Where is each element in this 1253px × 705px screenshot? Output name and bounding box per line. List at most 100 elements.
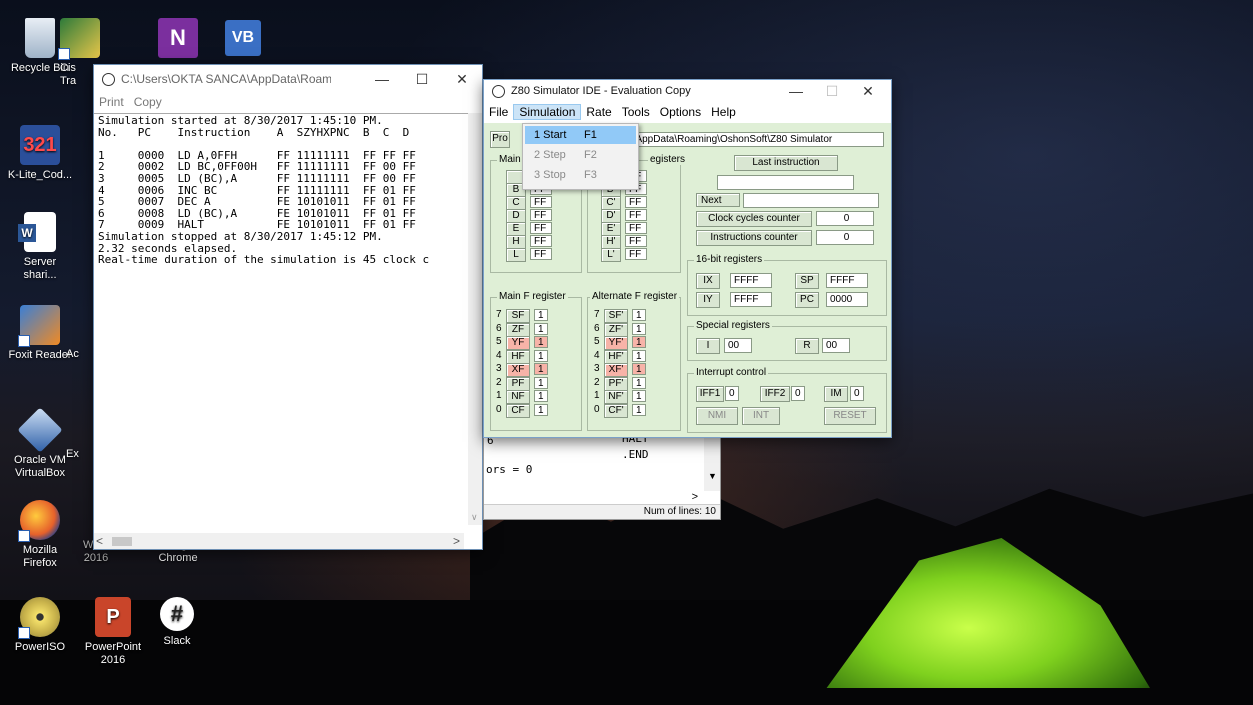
int-button[interactable]: INT (742, 407, 780, 425)
register-name-button[interactable]: C (506, 196, 526, 210)
register-value: FF (530, 235, 552, 247)
reset-button[interactable]: RESET (824, 407, 876, 425)
menu-rate[interactable]: Rate (581, 105, 616, 119)
scroll-down-icon[interactable]: ▼ (708, 471, 717, 481)
flag-bit-number: 5 (496, 336, 502, 347)
close-button[interactable]: ✕ (848, 80, 888, 102)
program-button[interactable]: Pro (490, 131, 510, 148)
flag-name-button[interactable]: NF' (604, 390, 628, 404)
menu-file[interactable]: File (484, 105, 513, 119)
menu-print[interactable]: Print (94, 95, 129, 109)
visual-basic-icon[interactable]: VB (225, 20, 261, 56)
flag-value: 1 (534, 390, 548, 402)
i-register-button[interactable]: I (696, 338, 720, 354)
editor-scrollbar[interactable]: ▼ (704, 431, 720, 491)
last-instruction-button[interactable]: Last instruction (734, 155, 838, 171)
register-name-button[interactable]: L' (601, 248, 621, 262)
flag-name-button[interactable]: ZF' (604, 322, 628, 337)
register-name-button[interactable]: L (506, 248, 526, 262)
desktop-icon-ac[interactable]: Ac (66, 348, 96, 361)
register-name-button[interactable]: E (506, 222, 526, 236)
close-button[interactable]: ✕ (442, 65, 482, 93)
pc-register-button[interactable]: PC (795, 292, 819, 308)
flag-name-button[interactable]: YF' (604, 336, 628, 350)
program-editor-fragment: 6 HALT .END ors = 0 ▼ > Num of lines: 10 (483, 430, 721, 520)
flag-name-button[interactable]: ZF (506, 322, 530, 337)
horizontal-scrollbar[interactable]: < > (94, 533, 464, 549)
r-register-button[interactable]: R (795, 338, 819, 354)
vertical-scrollbar[interactable]: ∨ (468, 113, 482, 525)
poweriso-disc-icon (18, 597, 60, 639)
register-name-button[interactable]: C' (601, 196, 621, 210)
menu-copy[interactable]: Copy (129, 95, 167, 109)
scroll-thumb[interactable] (112, 537, 132, 546)
maximize-button[interactable]: ☐ (402, 65, 442, 93)
minimize-button[interactable]: — (776, 80, 816, 102)
clock-cycles-counter-button[interactable]: Clock cycles counter (696, 211, 812, 227)
flag-name-button[interactable]: XF (506, 363, 530, 377)
flag-value: 1 (534, 403, 548, 416)
i-register-value: 00 (724, 338, 752, 353)
desktop-icon-label: Ex (66, 448, 79, 460)
main-f-register-caption: Main F register (497, 291, 568, 302)
desktop-icon-poweriso[interactable]: PowerISO (5, 597, 75, 654)
flag-name-button[interactable]: CF' (604, 403, 628, 418)
minimize-button[interactable]: — (362, 65, 402, 93)
sp-register-button[interactable]: SP (795, 273, 819, 289)
ix-register-button[interactable]: IX (696, 273, 720, 289)
desktop-icon-virtualbox[interactable]: Oracle VM VirtualBox (5, 407, 75, 480)
menu-simulation[interactable]: Simulation (513, 104, 582, 120)
desktop-icon-ex[interactable]: Ex (66, 448, 96, 461)
desktop-icon-firefox[interactable]: Mozilla Firefox (5, 500, 75, 570)
output-window-titlebar[interactable]: C:\Users\OKTA SANCA\AppData\Roaming\Os..… (94, 65, 482, 93)
flag-bit-number: 7 (496, 309, 502, 320)
flag-name-button[interactable]: SF (506, 309, 530, 323)
flag-name-button[interactable]: SF' (604, 309, 628, 323)
flag-name-button[interactable]: PF (506, 376, 530, 391)
flag-name-button[interactable]: HF (506, 349, 530, 364)
scroll-right-icon[interactable]: > (692, 491, 698, 503)
flag-name-button[interactable]: NF (506, 390, 530, 404)
flag-name-button[interactable]: XF' (604, 363, 628, 377)
register-name-button[interactable]: D (506, 209, 526, 223)
register-name-button[interactable]: H' (601, 235, 621, 249)
z80-simulator-window: Z80 Simulator IDE - Evaluation Copy — ☐ … (483, 79, 892, 438)
register-name-button[interactable]: H (506, 235, 526, 249)
maximize-button[interactable]: ☐ (812, 80, 852, 102)
im-button[interactable]: IM (824, 386, 848, 402)
desktop-icon-server-share[interactable]: W Server shari... (5, 212, 75, 282)
register-name-button[interactable]: E' (601, 222, 621, 236)
desktop-icon-label: K-Lite_Cod... (7, 169, 73, 181)
iff2-button[interactable]: IFF2 (760, 386, 790, 402)
z80-titlebar[interactable]: Z80 Simulator IDE - Evaluation Copy — ☐ … (484, 80, 891, 102)
desktop-icon-slack[interactable]: # Slack (142, 597, 212, 648)
desktop-icon-powerpoint[interactable]: P PowerPoint 2016 (78, 597, 148, 667)
iff1-button[interactable]: IFF1 (696, 386, 724, 402)
flag-name-button[interactable]: PF' (604, 376, 628, 391)
scroll-down-arrow-icon[interactable]: ∨ (471, 512, 478, 523)
desktop-icon-foxit[interactable]: Foxit Reader (5, 305, 75, 362)
instructions-counter-button[interactable]: Instructions counter (696, 230, 812, 246)
next-button[interactable]: Next (696, 193, 740, 207)
editor-errors-line: ors = 0 (486, 463, 533, 476)
desktop-icon-label: Server shari... (23, 256, 57, 281)
sp-register-value: FFFF (826, 273, 868, 288)
menu-item-stop[interactable]: 3 Stop F3 (525, 166, 636, 184)
menu-help[interactable]: Help (706, 105, 741, 119)
flag-value: 1 (632, 349, 646, 362)
menu-item-start[interactable]: 1 Start F1 (525, 126, 636, 144)
flag-name-button[interactable]: CF (506, 403, 530, 418)
menu-tools[interactable]: Tools (617, 105, 655, 119)
flag-name-button[interactable]: HF' (604, 349, 628, 364)
onenote-icon[interactable]: N (158, 18, 198, 58)
scroll-right-arrow-icon[interactable]: > (453, 534, 460, 548)
scroll-left-arrow-icon[interactable]: < (96, 534, 103, 548)
output-text-area[interactable]: Simulation started at 8/30/2017 1:45:10 … (94, 113, 478, 526)
menu-item-step[interactable]: 2 Step F2 (525, 146, 636, 164)
register-name-button[interactable]: D' (601, 209, 621, 223)
menu-options[interactable]: Options (655, 105, 706, 119)
nmi-button[interactable]: NMI (696, 407, 738, 425)
flag-name-button[interactable]: YF (506, 336, 530, 350)
desktop-icon-klite[interactable]: 321 K-Lite_Cod... (5, 125, 75, 182)
iy-register-button[interactable]: IY (696, 292, 720, 308)
